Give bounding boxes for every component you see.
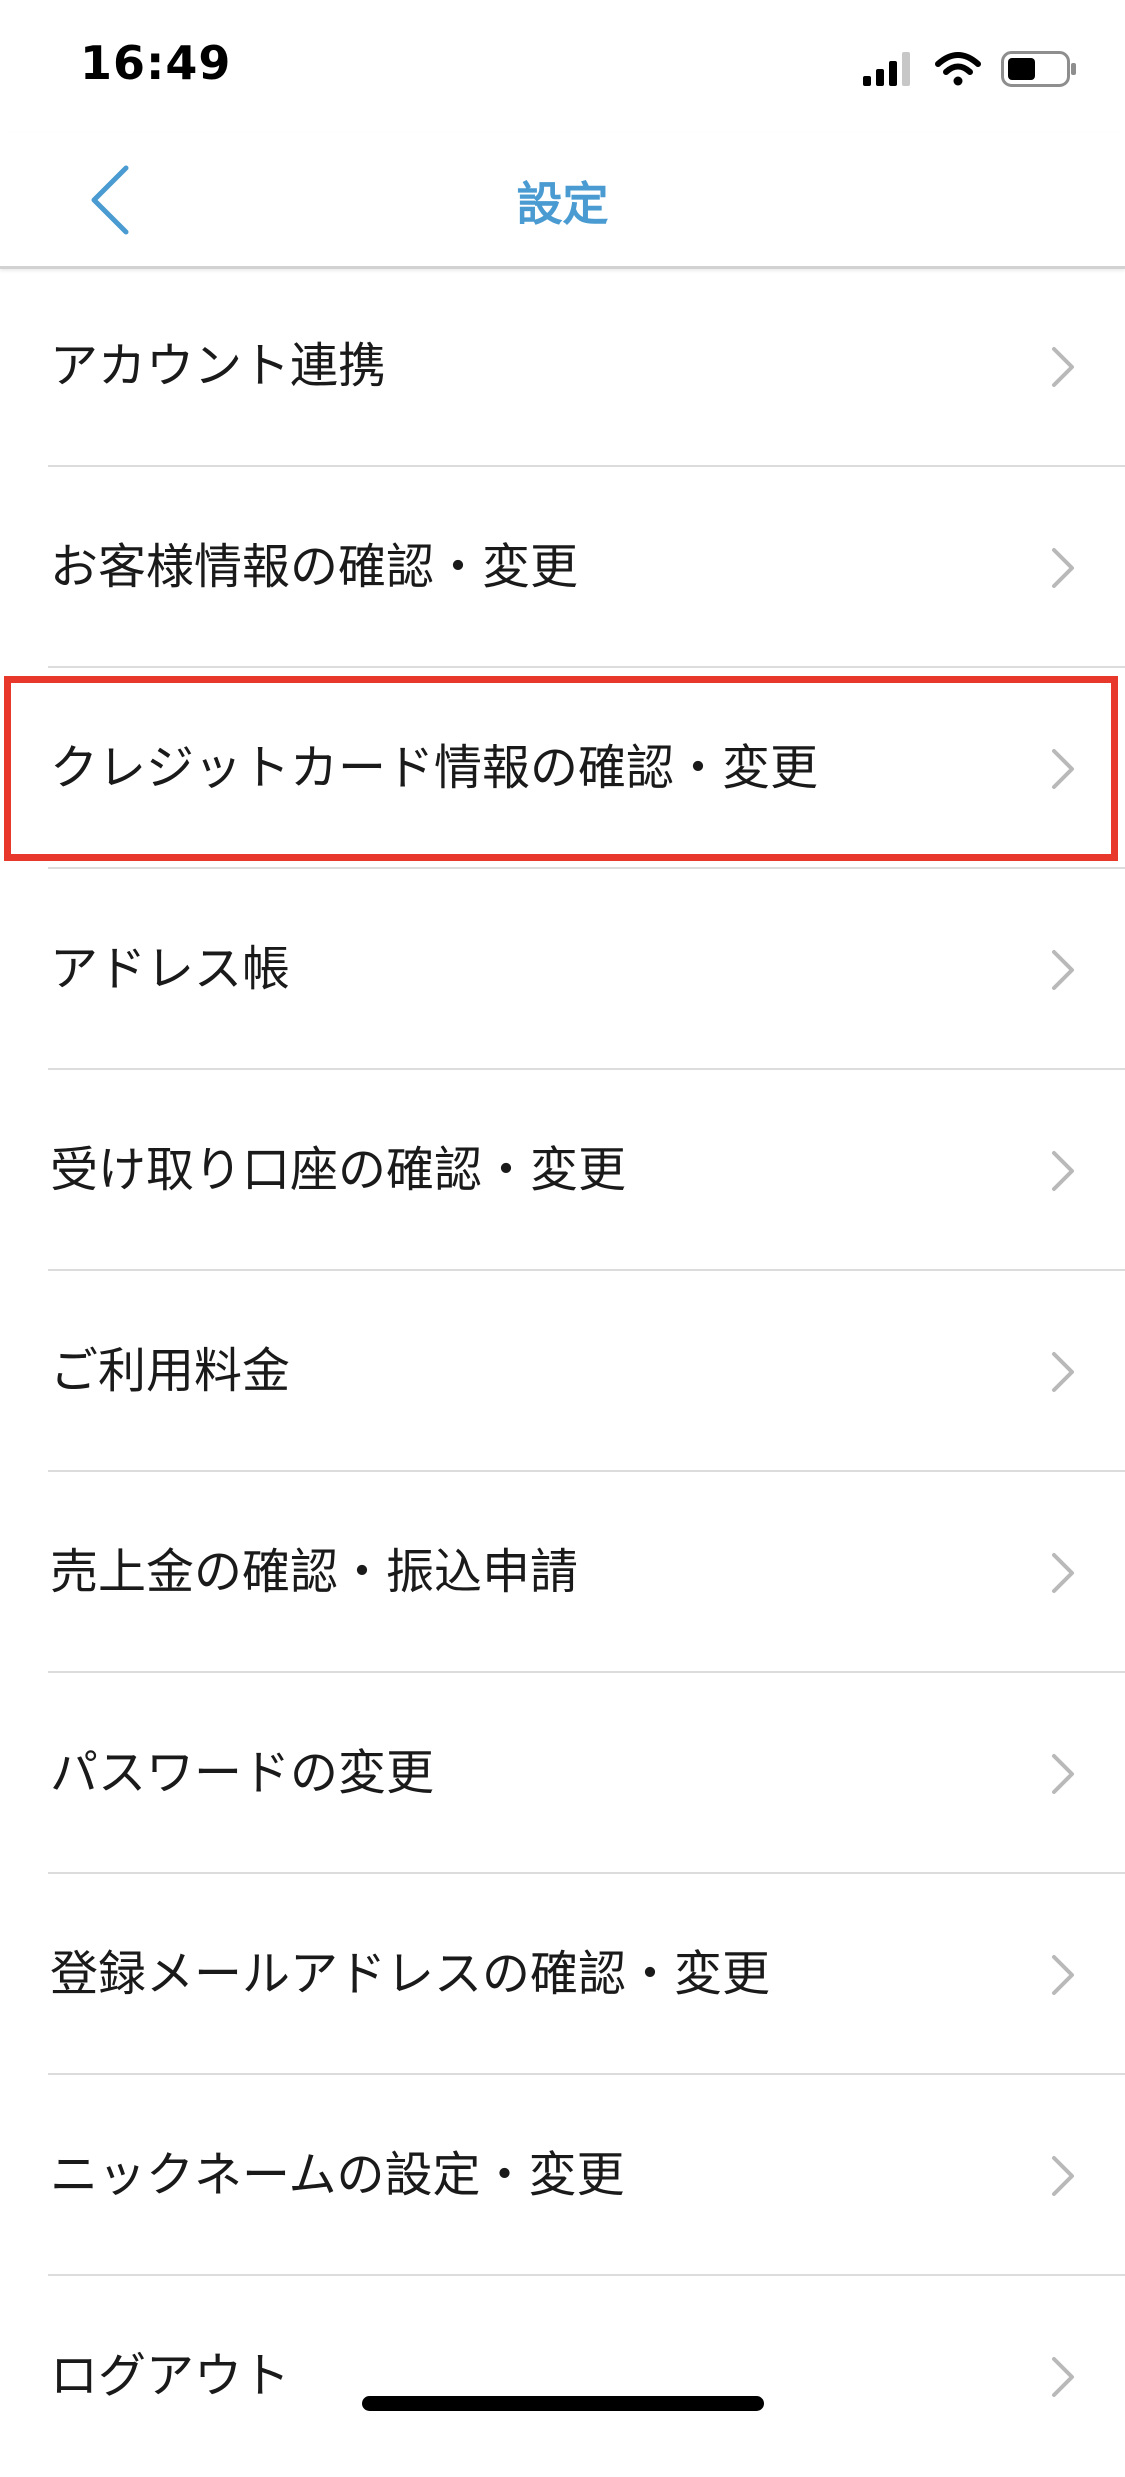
chevron-right-icon <box>1052 2156 1074 2196</box>
wifi-icon <box>935 52 981 86</box>
menu-item-label: お客様情報の確認・変更 <box>50 539 579 595</box>
status-bar: 16:49 <box>0 0 1125 132</box>
chevron-right-icon <box>1052 2357 1074 2397</box>
menu-item-label: 受け取り口座の確認・変更 <box>50 1142 627 1198</box>
menu-item-label: アカウント連携 <box>50 338 387 394</box>
menu-item-registered-email[interactable]: 登録メールアドレスの確認・変更 <box>0 1874 1125 2075</box>
chevron-right-icon <box>1052 1151 1074 1191</box>
menu-item-usage-fees[interactable]: ご利用料金 <box>0 1271 1125 1472</box>
chevron-right-icon <box>1052 1955 1074 1995</box>
menu-item-change-password[interactable]: パスワードの変更 <box>0 1673 1125 1874</box>
menu-item-label: アドレス帳 <box>50 941 291 997</box>
menu-item-logout[interactable]: ログアウト <box>0 2276 1125 2477</box>
chevron-right-icon <box>1052 1352 1074 1392</box>
status-time: 16:49 <box>80 36 232 90</box>
menu-item-sales-transfer[interactable]: 売上金の確認・振込申請 <box>0 1472 1125 1673</box>
menu-item-label: 登録メールアドレスの確認・変更 <box>50 1946 771 2002</box>
chevron-right-icon <box>1052 1553 1074 1593</box>
chevron-right-icon <box>1052 950 1074 990</box>
menu-item-label: クレジットカード情報の確認・変更 <box>50 740 819 796</box>
chevron-right-icon <box>1052 749 1074 789</box>
menu-item-label: ログアウト <box>50 2348 291 2404</box>
cellular-signal-icon <box>863 52 910 86</box>
chevron-right-icon <box>1052 347 1074 387</box>
menu-item-address-book[interactable]: アドレス帳 <box>0 869 1125 1070</box>
menu-item-label: ニックネームの設定・変更 <box>50 2147 625 2203</box>
page-title: 設定 <box>516 177 609 231</box>
menu-item-customer-info[interactable]: お客様情報の確認・変更 <box>0 467 1125 668</box>
navigation-bar: 設定 <box>0 132 1125 269</box>
menu-item-nickname[interactable]: ニックネームの設定・変更 <box>0 2075 1125 2276</box>
battery-icon <box>1001 51 1076 87</box>
settings-menu: アカウント連携 お客様情報の確認・変更 クレジットカード情報の確認・変更 アドレ… <box>0 266 1125 2477</box>
chevron-right-icon <box>1052 548 1074 588</box>
menu-item-label: 売上金の確認・振込申請 <box>50 1544 579 1600</box>
chevron-right-icon <box>1052 1754 1074 1794</box>
menu-item-label: ご利用料金 <box>50 1343 291 1399</box>
home-indicator <box>362 2396 764 2411</box>
status-icons <box>863 44 1077 94</box>
menu-item-receiving-account[interactable]: 受け取り口座の確認・変更 <box>0 1070 1125 1271</box>
menu-item-label: パスワードの変更 <box>50 1745 435 1801</box>
menu-item-credit-card[interactable]: クレジットカード情報の確認・変更 <box>0 668 1125 869</box>
menu-item-account-link[interactable]: アカウント連携 <box>0 266 1125 467</box>
